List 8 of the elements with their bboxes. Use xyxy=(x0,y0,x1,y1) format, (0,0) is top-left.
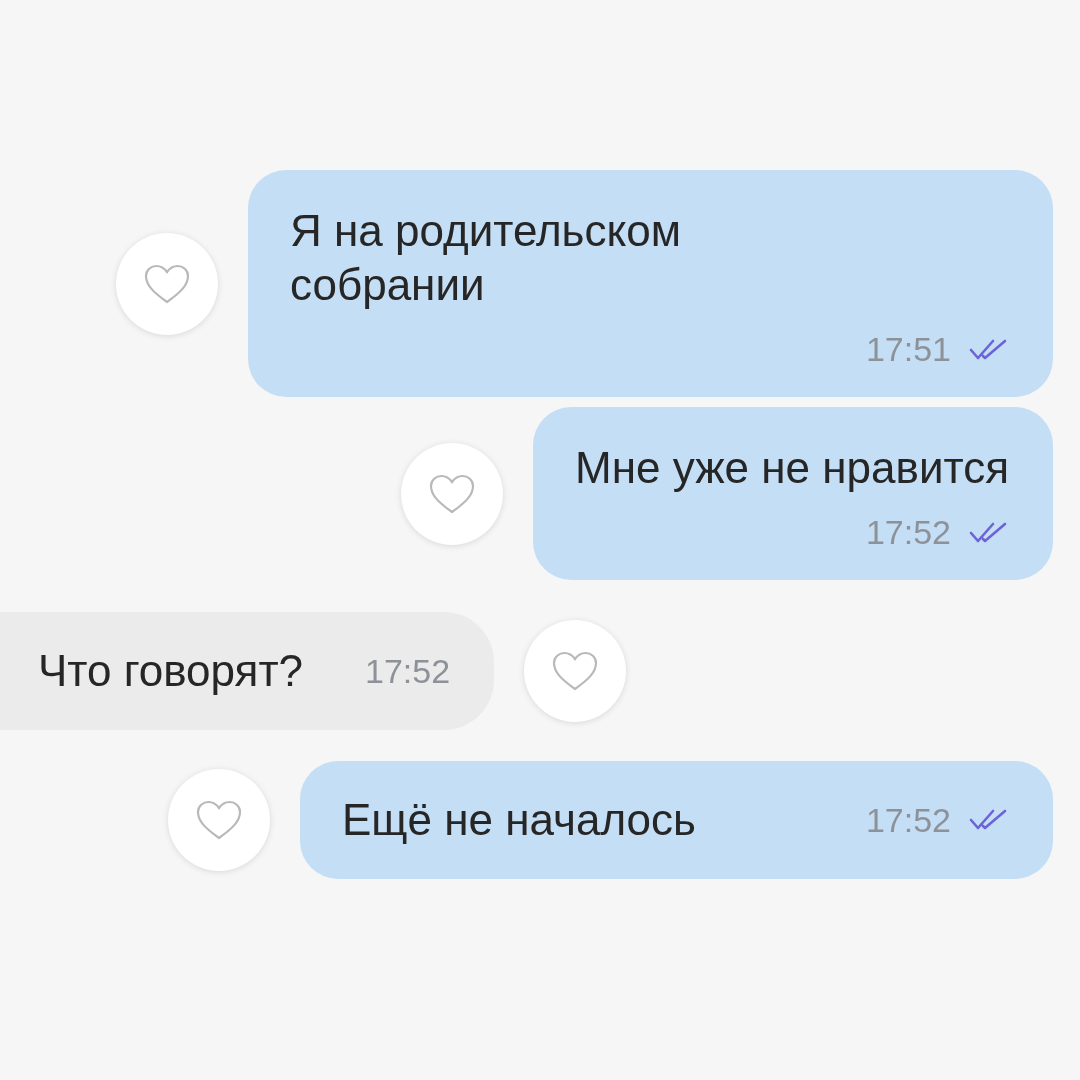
message-time: 17:52 xyxy=(865,513,951,552)
message-text: Ещё не началось xyxy=(342,794,696,846)
message-text: Я на родительском собрании xyxy=(290,205,682,311)
message-time: 17:52 xyxy=(865,800,951,840)
message-time: 17:52 xyxy=(365,651,451,691)
message-text: Что говорят? xyxy=(38,645,303,697)
message-time: 17:51 xyxy=(865,330,951,369)
message-text: Мне уже не нравится xyxy=(575,442,1009,494)
